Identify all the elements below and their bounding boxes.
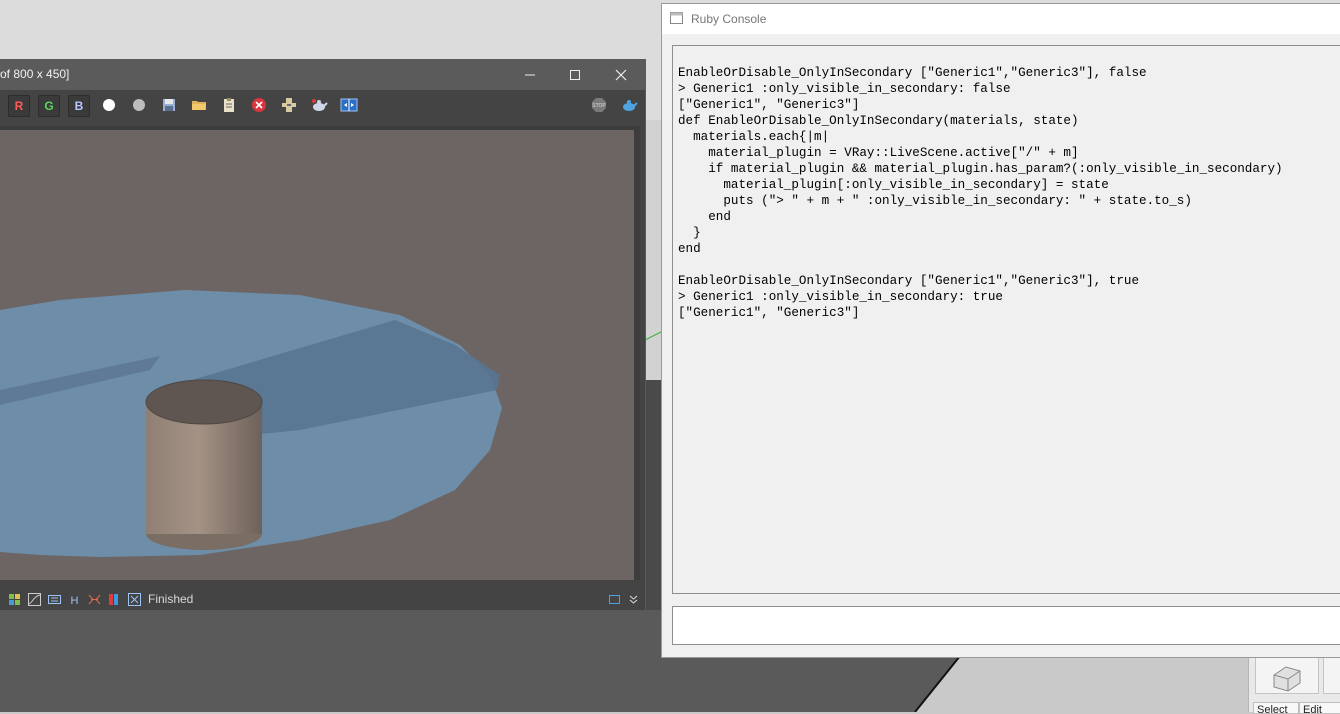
pixel-info-icon[interactable] (128, 593, 141, 606)
tray-tab-select[interactable]: Select (1253, 702, 1299, 714)
output-line: } (678, 226, 701, 240)
fit-window-icon[interactable] (608, 593, 621, 606)
close-icon (615, 69, 627, 80)
output-line: EnableOrDisable_OnlyInSecondary ["Generi… (678, 66, 1147, 80)
clipboard-icon[interactable] (220, 95, 238, 115)
vfb-titlebar[interactable]: of 800 x 450] (0, 59, 645, 90)
ruby-console-titlebar[interactable]: Ruby Console (662, 4, 1340, 34)
history-icon[interactable]: H (68, 593, 81, 606)
output-line: if material_plugin && material_plugin.ha… (678, 162, 1283, 176)
output-line: > Generic1 :only_visible_in_secondary: t… (678, 290, 1003, 304)
output-line: material_plugin = VRay::LiveScene.active… (678, 146, 1079, 160)
clear-image-icon[interactable] (250, 95, 268, 115)
vray-frame-buffer-window: of 800 x 450] R G B STOP H Finished (0, 59, 646, 611)
vfb-title: of 800 x 450] (0, 67, 70, 81)
expand-panel-icon[interactable] (627, 593, 640, 606)
close-button[interactable] (598, 59, 644, 90)
interactive-render-icon[interactable] (620, 95, 638, 115)
minimize-icon (525, 74, 535, 75)
curves-icon[interactable] (28, 593, 41, 606)
white-sphere-icon[interactable] (100, 95, 118, 115)
component-thumbnail[interactable] (1255, 652, 1319, 694)
minimize-button[interactable] (507, 59, 553, 90)
console-output[interactable]: EnableOrDisable_OnlyInSecondary ["Generi… (672, 45, 1340, 594)
open-folder-icon[interactable] (190, 95, 208, 115)
lens-effects-icon[interactable] (88, 593, 101, 606)
output-line: EnableOrDisable_OnlyInSecondary ["Generi… (678, 274, 1140, 288)
output-line: materials.each{|m| (678, 130, 830, 144)
maximize-icon (570, 69, 580, 80)
svg-text:H: H (71, 595, 79, 606)
output-line: def EnableOrDisable_OnlyInSecondary(mate… (678, 114, 1079, 128)
component-thumbnail-2[interactable] (1323, 652, 1340, 694)
teapot-render-icon[interactable] (310, 95, 328, 115)
stop-icon[interactable]: STOP (590, 95, 608, 115)
output-line: ["Generic1", "Generic3"] (678, 98, 860, 112)
stereo-icon[interactable] (108, 593, 121, 606)
output-line: puts ("> " + m + " :only_visible_in_seco… (678, 194, 1192, 208)
ruby-console-window: Ruby Console EnableOrDisable_OnlyInSecon… (661, 3, 1340, 658)
red-channel-button[interactable]: R (8, 95, 30, 117)
tray-tab-edit[interactable]: Edit (1299, 702, 1340, 714)
render-canvas-frame (0, 126, 640, 580)
vfb-status-bar: H Finished (0, 589, 645, 610)
svg-text:STOP: STOP (592, 103, 606, 109)
console-input[interactable] (672, 606, 1340, 645)
ruby-console-title: Ruby Console (691, 12, 767, 26)
region-render-icon[interactable] (280, 95, 298, 115)
output-line: > Generic1 :only_visible_in_secondary: f… (678, 82, 1011, 96)
green-channel-button[interactable]: G (38, 95, 60, 117)
blue-channel-button[interactable]: B (68, 95, 90, 117)
output-line: end (678, 242, 701, 256)
compare-icon[interactable] (340, 95, 358, 115)
maximize-button[interactable] (552, 59, 598, 90)
render-image[interactable] (0, 130, 634, 580)
render-status-text: Finished (148, 592, 194, 606)
output-line: material_plugin[:only_visible_in_seconda… (678, 178, 1109, 192)
save-icon[interactable] (160, 95, 178, 115)
layers-icon[interactable] (8, 593, 21, 606)
gray-sphere-icon[interactable] (130, 95, 148, 115)
output-line: ["Generic1", "Generic3"] (678, 306, 860, 320)
output-line: end (678, 210, 731, 224)
window-icon (670, 12, 683, 24)
display-correction-icon[interactable] (48, 593, 61, 606)
